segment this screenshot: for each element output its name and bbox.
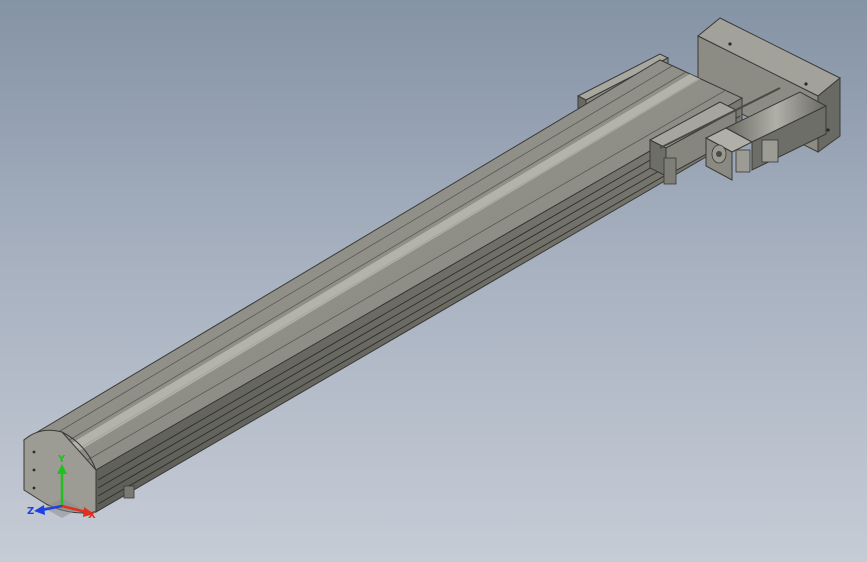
y-axis-label: Y: [57, 454, 66, 465]
end-fitting: [123, 485, 135, 499]
rail-side-face: [95, 97, 743, 513]
linear-actuator-model[interactable]: Y X Z: [0, 0, 867, 562]
rail-highlight-strip: [60, 74, 700, 455]
cad-viewport[interactable]: Y X Z: [0, 0, 867, 562]
x-axis-label: X: [88, 510, 96, 521]
z-axis-label: Z: [27, 506, 34, 517]
